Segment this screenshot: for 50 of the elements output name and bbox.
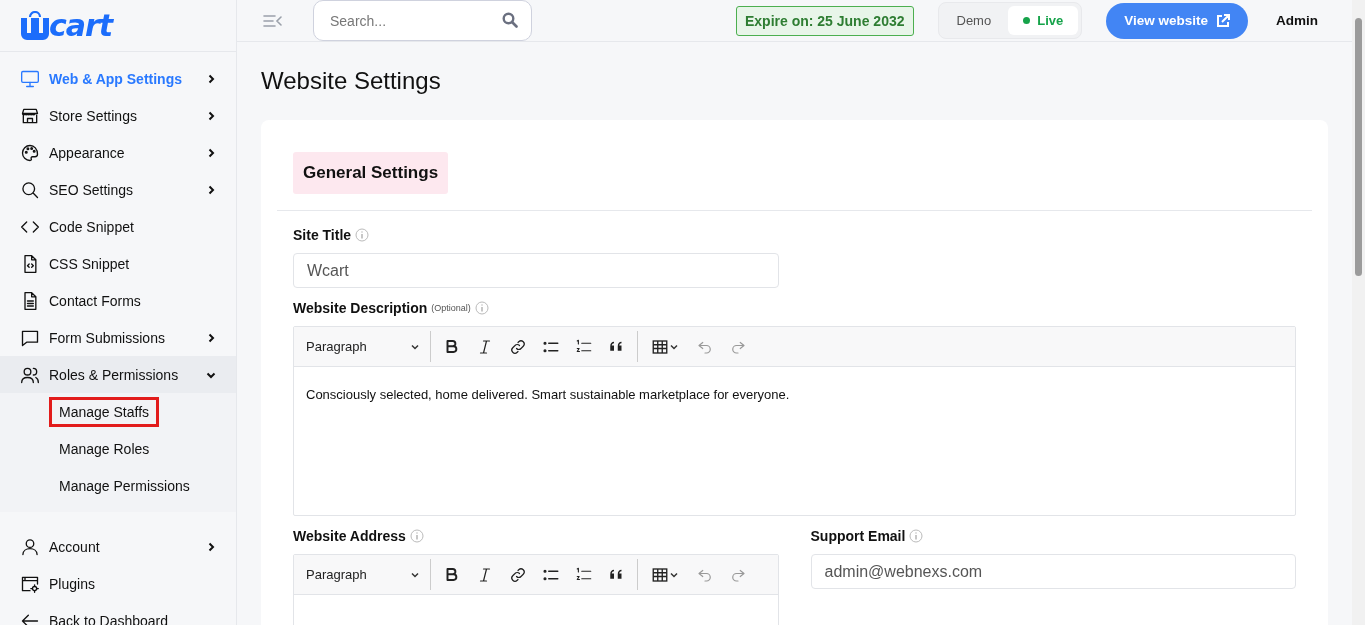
text-field[interactable]: admin@webnexs.com bbox=[810, 554, 1296, 589]
info-icon[interactable] bbox=[409, 529, 424, 543]
sidebar-item[interactable]: Store Settings bbox=[0, 97, 236, 134]
sidebar-item[interactable]: Plugins bbox=[0, 565, 236, 602]
mode-option[interactable]: Demo bbox=[941, 6, 1007, 35]
sidebar-item[interactable]: SEO Settings bbox=[0, 171, 236, 208]
section-title: General Settings bbox=[293, 152, 449, 194]
shopping-bag-logo-icon bbox=[20, 10, 50, 41]
link-icon bbox=[508, 565, 527, 584]
user-name[interactable]: Admin bbox=[1276, 13, 1318, 28]
sidebar-item[interactable]: Back to Dashboard bbox=[0, 602, 236, 625]
editor-field[interactable]: Consciously selected, home delivered. Smart sustainable marketplace for everyone. bbox=[294, 367, 1295, 515]
field-label: Website Address bbox=[293, 528, 406, 544]
info-icon[interactable] bbox=[474, 301, 489, 315]
user-icon bbox=[20, 536, 40, 557]
field-label: Support Email bbox=[810, 528, 906, 544]
optional-note: (Optional) bbox=[431, 303, 471, 313]
field-label: Website Description bbox=[293, 300, 428, 316]
sidebar-item[interactable]: Web & App Settings bbox=[0, 60, 236, 97]
scrollbar[interactable] bbox=[1352, 0, 1365, 625]
view-website-button[interactable]: View website bbox=[1106, 2, 1248, 39]
field-label: Site Title bbox=[293, 227, 352, 243]
paragraph-dropdown[interactable]: Paragraph bbox=[300, 332, 426, 361]
sidebar-item[interactable]: Code Snippet bbox=[0, 208, 236, 245]
sidebar-item[interactable]: Roles & Permissions bbox=[0, 356, 236, 393]
expiry-badge: Expire on: 25 June 2032 bbox=[735, 5, 914, 36]
logo-text: cart bbox=[49, 8, 113, 43]
paragraph-dropdown[interactable]: Paragraph bbox=[300, 560, 426, 589]
external-link-icon bbox=[1216, 13, 1230, 28]
table-icon bbox=[651, 565, 669, 584]
table-icon bbox=[651, 337, 669, 356]
link-icon bbox=[508, 337, 527, 356]
search-icon bbox=[502, 12, 518, 28]
sidebar-item[interactable]: Contact Forms bbox=[0, 282, 236, 319]
submenu-item[interactable]: Manage Roles bbox=[49, 433, 160, 464]
info-icon[interactable] bbox=[355, 228, 370, 242]
collapse-menu-icon[interactable] bbox=[263, 12, 283, 29]
sidebar-item[interactable]: Account bbox=[0, 528, 236, 565]
monitor-icon bbox=[20, 68, 40, 89]
search-icon bbox=[20, 179, 40, 200]
sidebar-item[interactable]: Appearance bbox=[0, 134, 236, 171]
info-icon[interactable] bbox=[909, 529, 924, 543]
text-field[interactable]: Wcart bbox=[293, 253, 779, 288]
palette-icon bbox=[20, 142, 40, 163]
search-field[interactable]: Search... bbox=[313, 0, 532, 41]
page-title: Website Settings bbox=[261, 66, 442, 96]
submenu-item[interactable]: Manage Permissions bbox=[49, 470, 200, 501]
submenu-item[interactable]: Manage Staffs bbox=[49, 396, 160, 427]
sidebar-item[interactable]: Form Submissions bbox=[0, 319, 236, 356]
sidebar-item[interactable]: CSS Snippet bbox=[0, 245, 236, 282]
